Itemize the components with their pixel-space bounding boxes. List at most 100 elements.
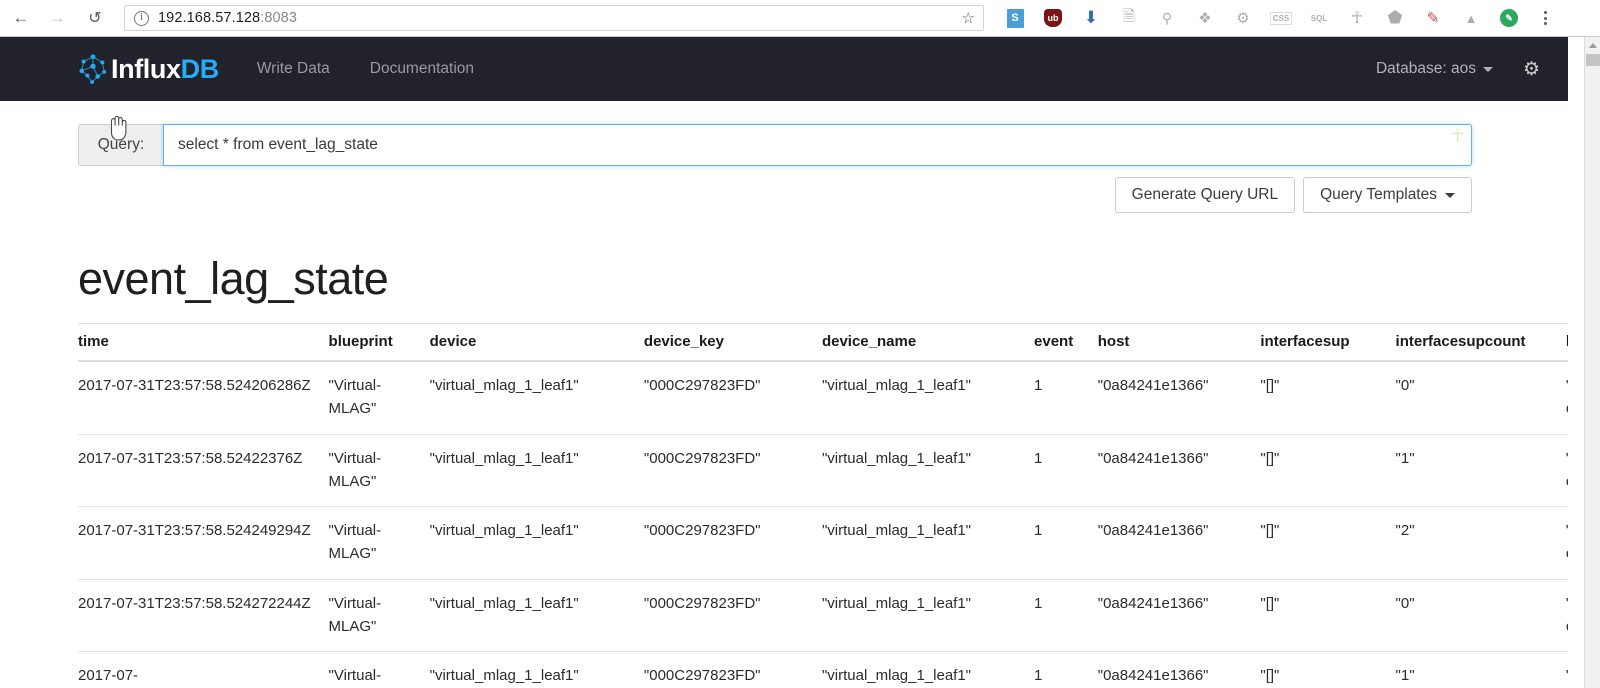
page-copy-extension[interactable]: 🗎 <box>1110 3 1148 33</box>
column-header-blueprint[interactable]: blueprint <box>328 323 430 362</box>
shield-extension[interactable]: ⬟ <box>1376 3 1414 33</box>
ankh-extension[interactable]: ☥ <box>1338 3 1376 33</box>
edit-circle-extension[interactable]: ✎ <box>1490 3 1528 33</box>
table-row: 2017-07-31T23:57:58.524206286Z "Virtual-… <box>78 361 1568 434</box>
cell-interfacesup: "[]" <box>1260 377 1280 394</box>
column-header-device-name[interactable]: device_name <box>821 323 1035 362</box>
cell-time: 2017-07-31T23:57:58.524272244Z <box>78 578 329 652</box>
cell-host: "0a84241e1366" <box>1097 578 1261 652</box>
cell-host: "0a84241e1366" <box>1097 651 1261 688</box>
notes-extension[interactable]: ✎ <box>1414 3 1452 33</box>
cell-device: "virtual_mlag_1_leaf1" <box>429 651 644 688</box>
query-input[interactable] <box>164 125 1471 165</box>
column-header-device-key[interactable]: device_key <box>643 323 822 362</box>
cell-interfacesupcount: "0" <box>1395 377 1415 394</box>
address-bar[interactable]: i 192.168.57.128:8083 ☆ <box>124 5 984 31</box>
brand-db-text: DB <box>180 53 220 84</box>
cell-device: "virtual_mlag_1_leaf1" <box>429 578 644 652</box>
navbar-right: Database: aos ⚙ <box>1376 37 1540 101</box>
column-header-lagname[interactable]: lagname <box>1565 323 1568 362</box>
vertical-scrollbar[interactable] <box>1584 37 1600 688</box>
scroll-up-arrow-icon[interactable] <box>1585 37 1600 54</box>
cell-lagname: "port-channel1" <box>1565 578 1568 652</box>
column-header-interfacesupcount[interactable]: interfacesupcount <box>1395 323 1566 362</box>
database-label: Database: aos <box>1375 60 1476 77</box>
cell-event: 1 <box>1034 651 1098 688</box>
nav-link-write-data[interactable]: Write Data <box>257 60 330 78</box>
cell-blueprint: "Virtual-MLAG" <box>328 433 430 507</box>
query-templates-button[interactable]: Query Templates <box>1303 177 1472 213</box>
page-viewport: InfluxDB Write Data Documentation Databa… <box>0 37 1600 688</box>
drive-extension[interactable]: ▲ <box>1452 3 1490 33</box>
extension-icons: S ub ⬇ 🗎 ⚲ ❖ ⚙ CSS SQL ☥ ⬟ ✎ ▲ ✎ <box>996 3 1560 33</box>
bookmark-star-icon[interactable]: ☆ <box>962 9 975 27</box>
cell-interfacesup: "[]" <box>1260 578 1396 652</box>
results-table-wrapper: time blueprint device device_key device_… <box>78 323 1568 688</box>
column-header-device[interactable]: device <box>429 323 644 362</box>
column-header-time[interactable]: time <box>78 323 329 362</box>
table-row: 2017-07-31T23:57:58.524249294Z "Virtual-… <box>78 506 1568 579</box>
query-label: Query: <box>78 124 163 166</box>
generate-query-url-button[interactable]: Generate Query URL <box>1114 177 1296 213</box>
cell-time: 2017-07-31T23:57:58.52422376Z <box>78 433 329 507</box>
css-extension[interactable]: CSS <box>1262 3 1300 33</box>
cell-event: 1 <box>1034 578 1098 652</box>
cell-event: 1 <box>1034 433 1098 507</box>
cell-device-key: "000C297823FD" <box>643 506 822 579</box>
skitch-extension[interactable]: S <box>996 3 1034 33</box>
cell-interfacesup: "[]" <box>1260 506 1396 579</box>
inspect-extension[interactable]: ⚲ <box>1148 3 1186 33</box>
cell-interfacesupcount: "1" <box>1395 433 1566 507</box>
cell-time: 2017-07- <box>78 651 329 688</box>
scrollbar-thumb[interactable] <box>1586 54 1600 66</box>
gear-icon[interactable]: ⚙ <box>1523 60 1540 79</box>
back-arrow-icon[interactable]: ← <box>6 3 36 33</box>
cell-blueprint: "Virtual-MLAG" <box>328 578 430 652</box>
table-row: 2017-07-31T23:57:58.524272244Z "Virtual-… <box>78 578 1568 652</box>
ublock-origin-extension[interactable]: ub <box>1034 3 1072 33</box>
cell-blueprint: "Virtual-MLAG" <box>328 377 382 418</box>
sql-extension[interactable]: SQL <box>1300 3 1338 33</box>
cell-host: "0a84241e1366" <box>1097 377 1209 394</box>
cell-device-name: "virtual_mlag_1_leaf1" <box>821 578 1035 652</box>
ankh-icon: ☥ <box>1451 126 1464 145</box>
generate-query-url-label: Generate Query URL <box>1131 186 1279 203</box>
cell-device-key: "000C297823FD" <box>643 433 822 507</box>
query-input-wrapper[interactable]: ☥ <box>163 124 1472 166</box>
chrome-menu-icon[interactable] <box>1530 3 1560 33</box>
influxdb-logo-icon[interactable]: InfluxDB <box>78 49 219 89</box>
brand-influx-text: Influx <box>111 53 181 84</box>
cell-device-name: "virtual_mlag_1_leaf1" <box>821 377 972 394</box>
cell-interfacesupcount: "0" <box>1395 578 1566 652</box>
download-extension[interactable]: ⬇ <box>1072 3 1110 33</box>
cell-interfacesup: "[]" <box>1260 433 1396 507</box>
tools-extension[interactable]: ⚙ <box>1224 3 1262 33</box>
cell-interfacesupcount: "2" <box>1395 506 1566 579</box>
cell-blueprint: "Virtual-MLAG" <box>328 506 430 579</box>
url-host: 192.168.57.128 <box>158 10 261 26</box>
column-header-event[interactable]: event <box>1034 323 1098 362</box>
database-selector[interactable]: Database: aos <box>1376 60 1493 78</box>
results-title: event_lag_state <box>78 253 389 304</box>
column-header-host[interactable]: host <box>1097 323 1261 362</box>
cell-device: "virtual_mlag_1_leaf1" <box>429 506 644 579</box>
query-row: Query: ☥ <box>78 124 1472 166</box>
column-header-interfacesup[interactable]: interfacesup <box>1260 323 1396 362</box>
cell-blueprint: "Virtual- <box>328 651 430 688</box>
url-text: 192.168.57.128:8083 <box>158 10 297 26</box>
results-table: time blueprint device device_key device_… <box>78 323 1568 688</box>
cell-host: "0a84241e1366" <box>1097 506 1261 579</box>
reload-icon[interactable]: ↺ <box>80 3 110 33</box>
dropbox-extension[interactable]: ❖ <box>1186 3 1224 33</box>
cell-device-name: "virtual_mlag_1_leaf1" <box>821 506 1035 579</box>
cell-event: 1 <box>1034 506 1098 579</box>
cell-device-name: "virtual_mlag_1_leaf1" <box>821 433 1035 507</box>
nav-link-documentation[interactable]: Documentation <box>370 60 474 78</box>
browser-toolbar: ← → ↺ i 192.168.57.128:8083 ☆ S ub ⬇ 🗎 ⚲… <box>0 0 1600 37</box>
cell-device-key: "000C297823FD" <box>643 578 822 652</box>
chevron-down-icon <box>1445 192 1455 198</box>
cell-host: "0a84241e1366" <box>1097 433 1261 507</box>
cell-lagname: "port-channel3" <box>1566 361 1568 434</box>
cell-lagname: "port- <box>1565 651 1568 688</box>
info-circle-icon[interactable]: i <box>134 10 149 26</box>
